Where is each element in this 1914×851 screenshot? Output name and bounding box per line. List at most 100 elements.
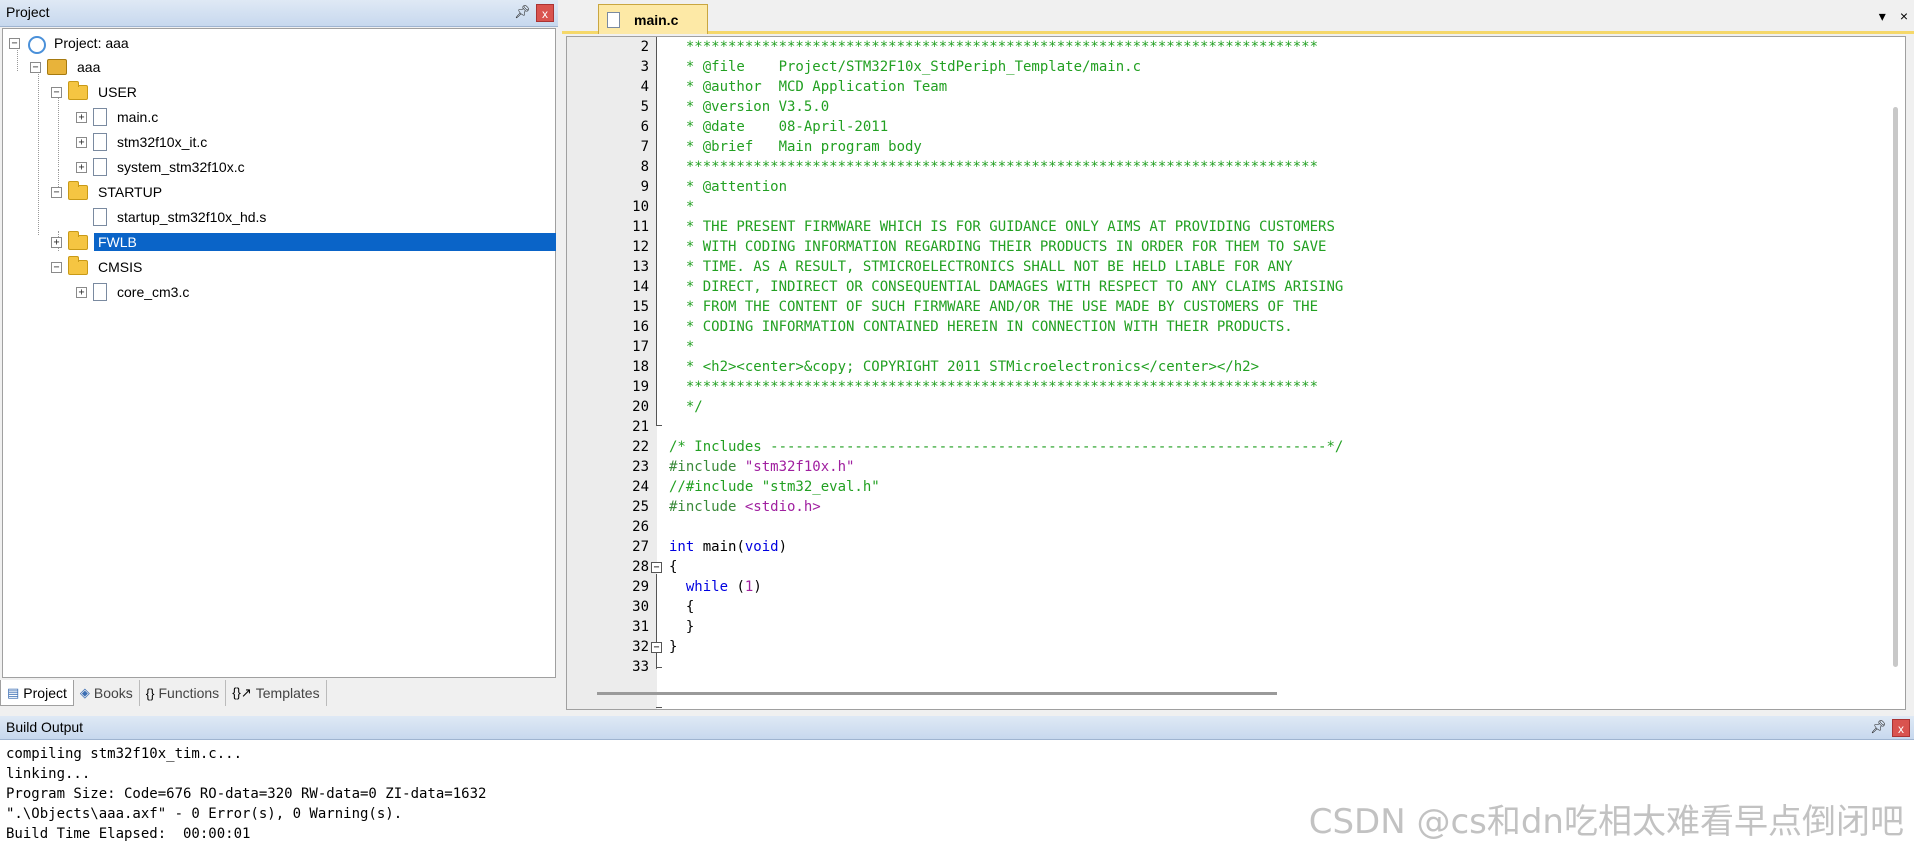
collapse-icon[interactable]: − xyxy=(51,261,62,273)
project-panel-title-bar: Project 📌︎ x xyxy=(0,0,558,27)
line-number: 22 xyxy=(632,439,649,455)
tree-item-main-c[interactable]: + main.c xyxy=(76,105,162,129)
tree-item-target[interactable]: − aaa xyxy=(30,55,104,79)
line-number: 28 xyxy=(632,559,649,575)
code-line: */ xyxy=(669,399,703,415)
close-icon[interactable]: x xyxy=(1892,719,1910,737)
code-line: int main(void) xyxy=(669,539,788,555)
line-number: 23 xyxy=(632,459,649,475)
line-number: 9 xyxy=(640,179,649,195)
fold-collapse-icon[interactable]: − xyxy=(651,642,662,653)
line-number: 13 xyxy=(632,259,649,275)
tab-label: Templates xyxy=(255,685,320,701)
fold-end xyxy=(656,667,662,668)
target-icon xyxy=(47,59,67,75)
build-line: compiling stm32f10x_tim.c... xyxy=(6,746,243,762)
code-editor[interactable]: 2 3 4 5 6 7 8 9 10 11 12 13 14 15 16 17 18 19 20 21 22 23 24 25… xyxy=(566,36,1906,710)
tree-item-system-stm32f10x-c[interactable]: + system_stm32f10x.c xyxy=(76,155,249,179)
line-number: 6 xyxy=(640,119,649,135)
project-panel-tabs: ▤ Project ◈ Books {} Functions {}↗ Templ… xyxy=(0,680,558,708)
line-number: 30 xyxy=(632,599,649,615)
build-output-panel: Build Output 📌︎ x compiling stm32f10x_ti… xyxy=(0,716,1914,851)
collapse-icon[interactable]: − xyxy=(51,186,62,198)
expand-icon[interactable]: + xyxy=(76,111,87,123)
line-number: 32 xyxy=(632,639,649,655)
project-tree: − Project: aaa − aaa − USER + main.c + s… xyxy=(2,28,556,678)
line-number: 16 xyxy=(632,319,649,335)
collapse-icon[interactable]: − xyxy=(9,37,20,49)
tree-item-label: STARTUP xyxy=(98,184,163,200)
close-icon[interactable]: × xyxy=(1900,8,1908,25)
watermark: CSDN @cs和dn吃相太难看早点倒闭吧 xyxy=(1308,802,1904,842)
chevron-down-icon[interactable]: ▾ xyxy=(1879,8,1886,25)
tree-item-project[interactable]: − Project: aaa xyxy=(9,31,133,55)
build-line: Program Size: Code=676 RO-data=320 RW-da… xyxy=(6,786,487,802)
code-line: ****************************************… xyxy=(669,379,1319,395)
line-number: 20 xyxy=(632,399,649,415)
folder-icon xyxy=(68,230,88,250)
fold-collapse-icon[interactable]: − xyxy=(651,562,662,573)
tab-project[interactable]: ▤ Project xyxy=(0,680,74,706)
code-line: * @file Project/STM32F10x_StdPeriph_Temp… xyxy=(669,59,1142,75)
collapse-icon[interactable]: − xyxy=(30,61,41,73)
line-number: 25 xyxy=(632,499,649,515)
scrollbar-thumb[interactable] xyxy=(1893,107,1898,667)
tab-templates[interactable]: {}↗ Templates xyxy=(226,680,327,706)
tab-functions[interactable]: {} Functions xyxy=(140,680,227,706)
line-number: 2 xyxy=(640,39,649,55)
code-line: ****************************************… xyxy=(669,39,1319,55)
tree-item-label: system_stm32f10x.c xyxy=(117,159,245,175)
editor-panel: main.c ▾ × 2 3 4 5 6 7 8 9 10 11 12 13 14 15 16 17 18 19 2… xyxy=(562,0,1914,710)
line-number: 17 xyxy=(632,339,649,355)
line-number: 27 xyxy=(632,539,649,555)
tree-item-startup-folder[interactable]: − STARTUP xyxy=(51,180,166,204)
line-number: 31 xyxy=(632,619,649,635)
code-line: /* Includes ----------------------------… xyxy=(669,439,1344,455)
tree-item-startup-file[interactable]: startup_stm32f10x_hd.s xyxy=(76,205,270,229)
line-number: 12 xyxy=(632,239,649,255)
tab-label: main.c xyxy=(634,11,679,28)
line-number: 29 xyxy=(632,579,649,595)
code-line: * xyxy=(669,199,695,215)
code-line: * xyxy=(669,339,695,355)
close-icon[interactable]: x xyxy=(536,4,554,22)
fold-line xyxy=(656,574,657,669)
tree-item-core-cm3-c[interactable]: + core_cm3.c xyxy=(76,280,193,304)
code-line: * DIRECT, INDIRECT OR CONSEQUENTIAL DAMA… xyxy=(669,279,1344,295)
code-line: * FROM THE CONTENT OF SUCH FIRMWARE AND/… xyxy=(669,299,1319,315)
tree-item-user-folder[interactable]: − USER xyxy=(51,80,141,104)
tab-main-c[interactable]: main.c xyxy=(598,4,708,34)
code-line: { xyxy=(669,599,695,615)
horizontal-scrollbar[interactable] xyxy=(597,692,1277,695)
line-number: 14 xyxy=(632,279,649,295)
line-number: 10 xyxy=(632,199,649,215)
project-icon xyxy=(26,34,46,54)
tab-books[interactable]: ◈ Books xyxy=(74,680,140,706)
line-number: 18 xyxy=(632,359,649,375)
expand-icon[interactable]: + xyxy=(51,236,62,248)
expand-icon[interactable]: + xyxy=(76,286,87,298)
build-line: linking... xyxy=(6,766,91,782)
project-panel-title: Project xyxy=(6,4,50,20)
code-line: { xyxy=(669,559,678,575)
expand-icon[interactable]: + xyxy=(76,161,87,173)
tree-item-stm32f10x-it-c[interactable]: + stm32f10x_it.c xyxy=(76,130,211,154)
file-icon xyxy=(93,158,107,176)
pin-icon[interactable]: 📌︎ xyxy=(1870,719,1887,735)
project-tab-icon: ▤ xyxy=(7,684,20,700)
build-output-title-bar: Build Output 📌︎ x xyxy=(0,716,1914,740)
expand-icon[interactable]: + xyxy=(76,136,87,148)
folder-icon xyxy=(68,80,88,100)
code-line: while (1) xyxy=(685,579,762,595)
line-number: 5 xyxy=(640,99,649,115)
line-number-gutter: 2 3 4 5 6 7 8 9 10 11 12 13 14 15 16 17 18 19 20 21 22 23 24 25… xyxy=(567,37,657,709)
pin-icon[interactable]: 📌︎ xyxy=(514,4,531,20)
collapse-icon[interactable]: − xyxy=(51,86,62,98)
line-number: 24 xyxy=(632,479,649,495)
tree-item-label: CMSIS xyxy=(98,259,143,275)
tree-item-fwlb-folder[interactable]: + FWLB xyxy=(51,230,556,254)
code-line: * WITH CODING INFORMATION REGARDING THEI… xyxy=(669,239,1327,255)
code-line: * @attention xyxy=(669,179,788,195)
tree-item-cmsis-folder[interactable]: − CMSIS xyxy=(51,255,146,279)
vertical-scrollbar[interactable] xyxy=(1889,67,1903,667)
